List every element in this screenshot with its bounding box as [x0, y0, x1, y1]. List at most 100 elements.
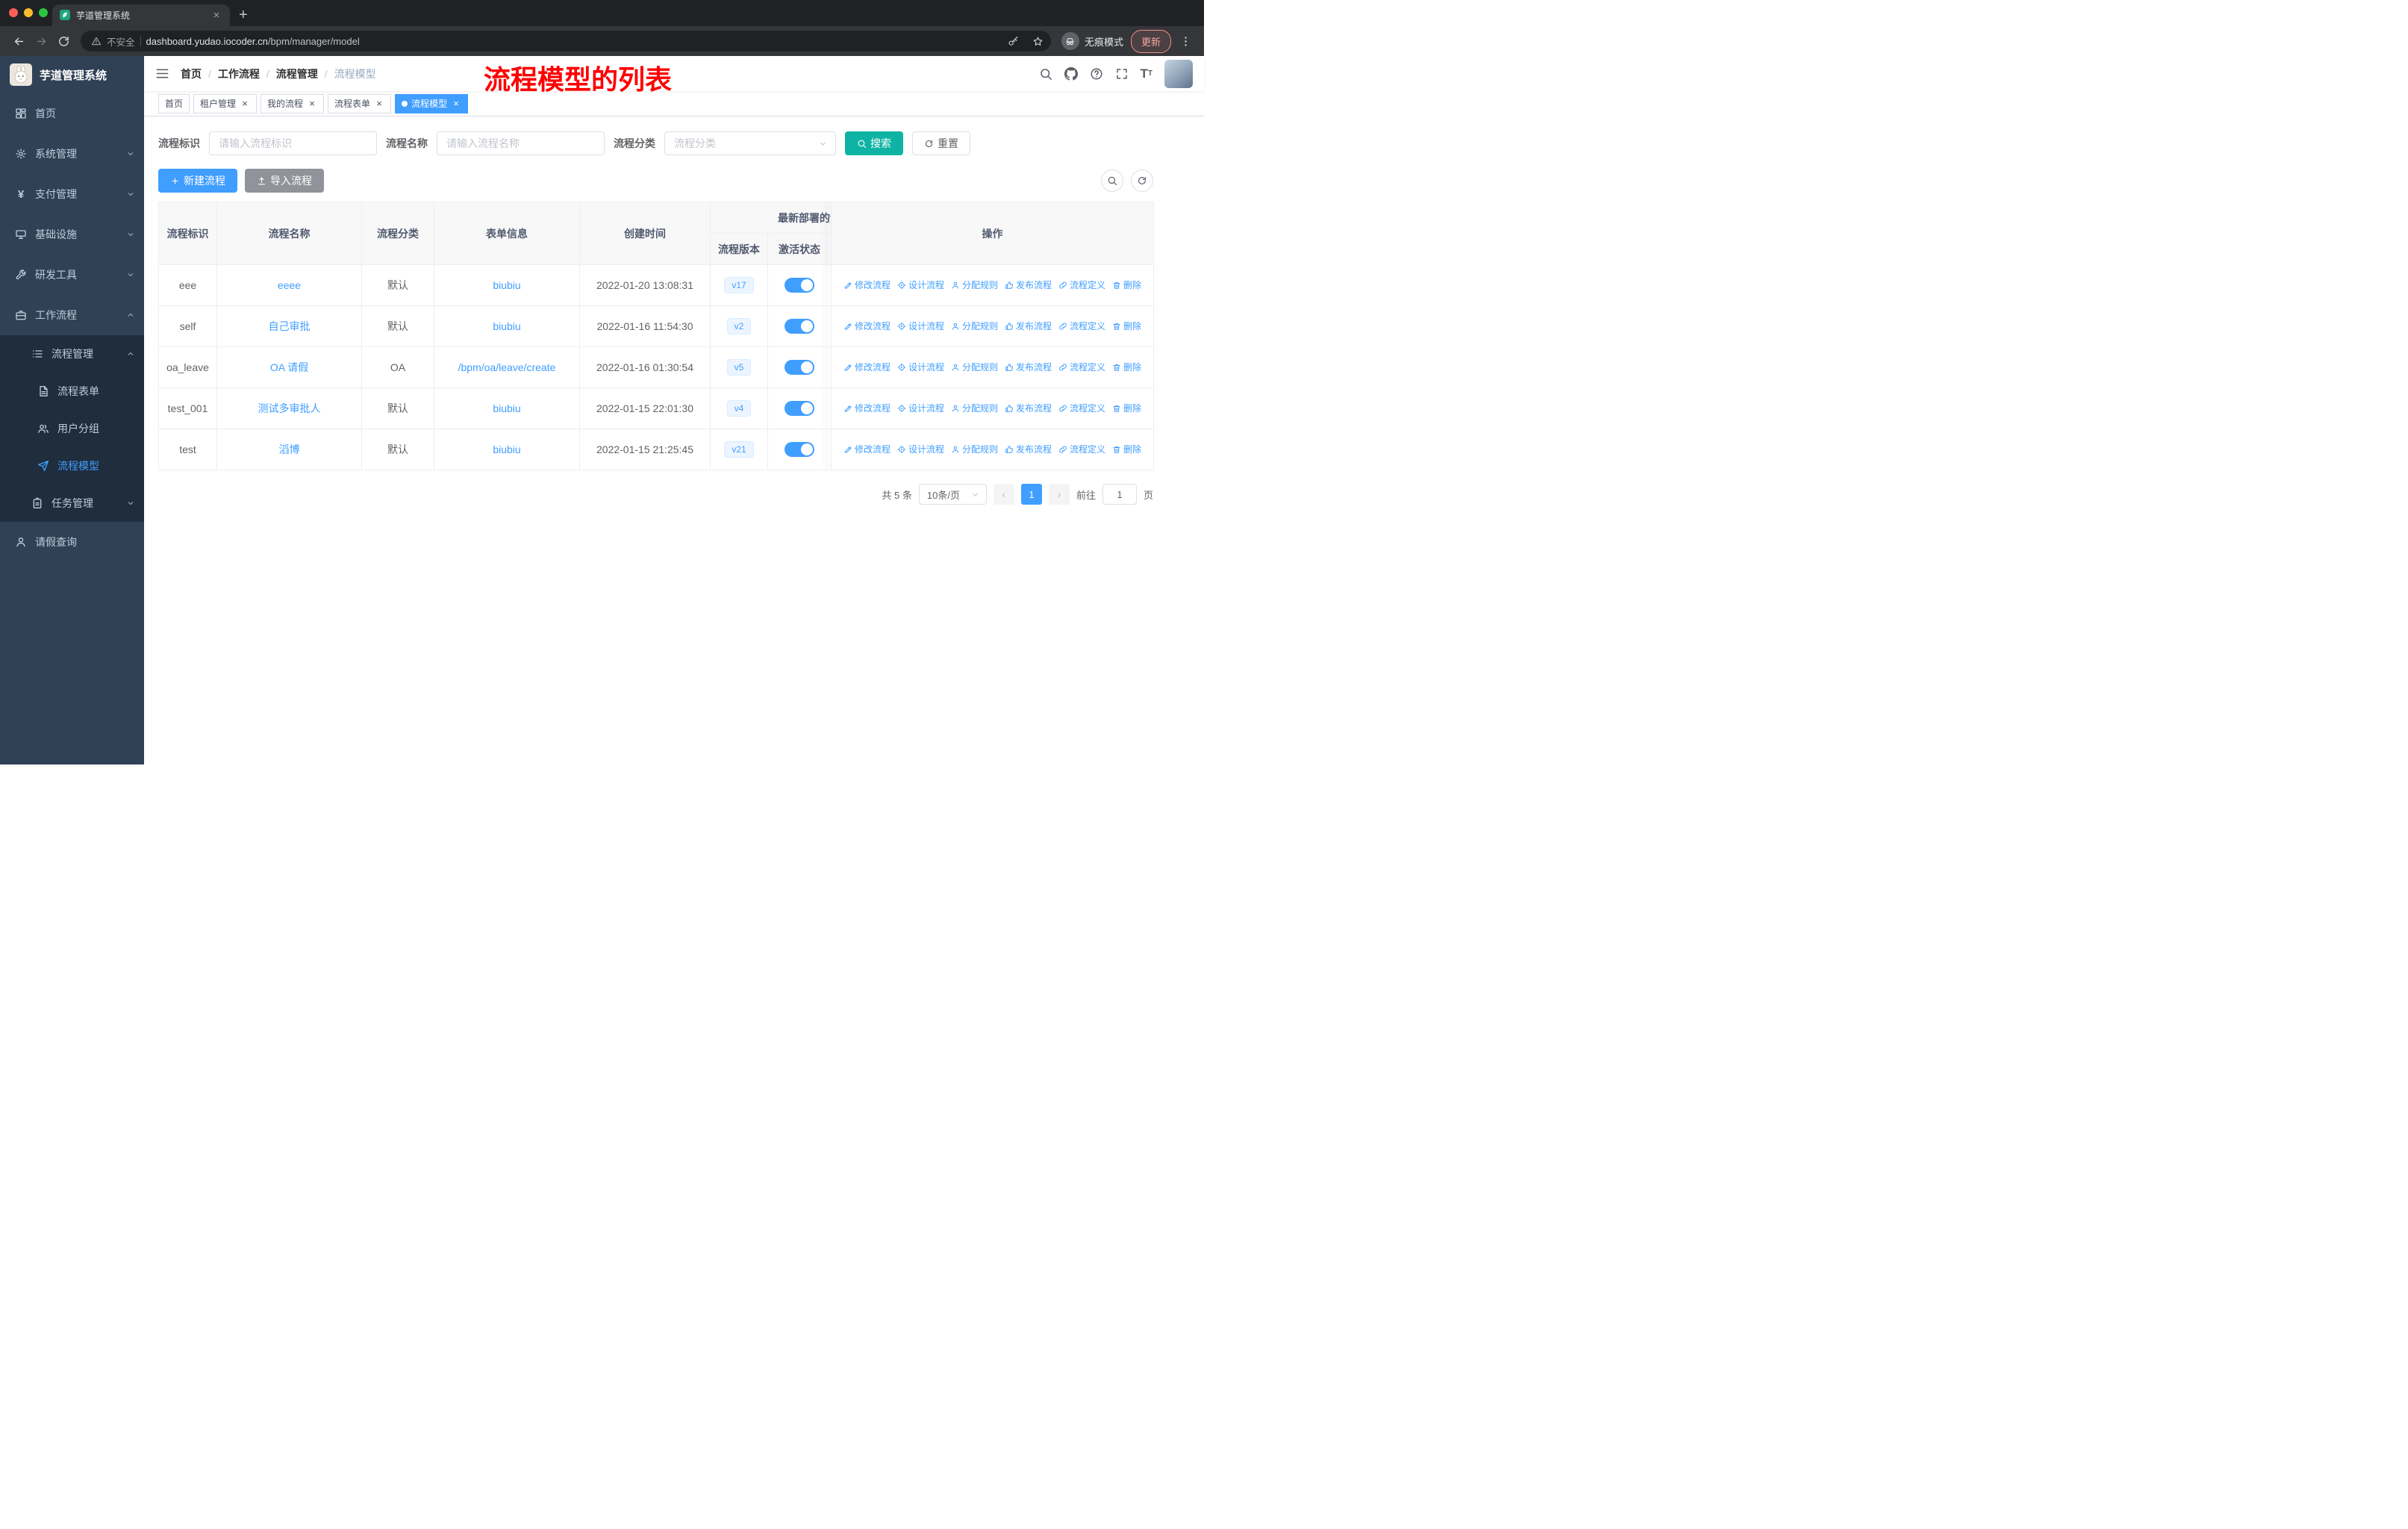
op-publish-process[interactable]: 发布流程	[1005, 402, 1052, 414]
op-process-definition[interactable]: 流程定义	[1058, 402, 1105, 414]
sidebar-item-process-model[interactable]: 流程模型	[0, 447, 144, 485]
reset-button[interactable]: 重置	[912, 131, 970, 155]
op-delete[interactable]: 删除	[1112, 320, 1141, 332]
close-icon[interactable]: ×	[307, 99, 317, 109]
form-link[interactable]: biubiu	[493, 279, 520, 291]
close-icon[interactable]: ×	[451, 99, 461, 109]
process-name-link[interactable]: 自己审批	[269, 320, 311, 332]
security-label[interactable]: 不安全	[107, 34, 135, 49]
category-select[interactable]: 流程分类	[664, 131, 836, 155]
minimize-window-button[interactable]	[24, 8, 33, 17]
font-size-icon[interactable]: TT	[1141, 66, 1153, 81]
close-icon[interactable]: ×	[374, 99, 384, 109]
sidebar-item-task-management[interactable]: 任务管理	[0, 485, 144, 522]
op-assign-rule[interactable]: 分配规则	[951, 443, 998, 455]
update-button[interactable]: 更新	[1130, 29, 1171, 53]
reload-button[interactable]	[52, 30, 75, 52]
view-tag[interactable]: 流程表单 ×	[328, 93, 392, 113]
zoom-window-button[interactable]	[39, 8, 48, 17]
process-name-link[interactable]: 滔博	[279, 443, 300, 455]
goto-page-input[interactable]	[1102, 484, 1137, 505]
op-assign-rule[interactable]: 分配规则	[951, 278, 998, 291]
search-icon[interactable]	[1039, 67, 1052, 81]
page-size-select[interactable]: 10条/页	[918, 484, 987, 505]
prev-page-button[interactable]: ‹	[993, 484, 1014, 505]
form-link[interactable]: biubiu	[493, 443, 520, 455]
view-tag[interactable]: 流程模型 ×	[395, 93, 469, 113]
op-delete[interactable]: 删除	[1112, 361, 1141, 373]
browser-tab[interactable]: 芋道管理系统 ×	[52, 4, 230, 26]
active-toggle[interactable]	[785, 319, 814, 334]
op-modify-process[interactable]: 修改流程	[843, 443, 890, 455]
sidebar-item-workflow[interactable]: 工作流程	[0, 295, 144, 335]
form-link[interactable]: /bpm/oa/leave/create	[458, 361, 556, 373]
new-tab-button[interactable]: +	[239, 7, 248, 22]
op-delete[interactable]: 删除	[1112, 278, 1141, 291]
close-window-button[interactable]	[9, 8, 18, 17]
sidebar-item-home[interactable]: 首页	[0, 93, 144, 134]
view-tag[interactable]: 首页	[158, 93, 190, 113]
active-toggle[interactable]	[785, 278, 814, 293]
op-assign-rule[interactable]: 分配规则	[951, 320, 998, 332]
browser-menu-dots-icon[interactable]	[1174, 30, 1197, 52]
process-name-link[interactable]: OA 请假	[270, 361, 308, 373]
close-icon[interactable]: ×	[240, 99, 250, 109]
create-process-button[interactable]: 新建流程	[158, 169, 237, 193]
op-publish-process[interactable]: 发布流程	[1005, 278, 1052, 291]
active-toggle[interactable]	[785, 360, 814, 375]
sidebar-item-dev-tools[interactable]: 研发工具	[0, 255, 144, 295]
process-name-link[interactable]: eeee	[278, 279, 301, 291]
op-modify-process[interactable]: 修改流程	[843, 402, 890, 414]
active-toggle[interactable]	[785, 401, 814, 416]
op-modify-process[interactable]: 修改流程	[843, 278, 890, 291]
sidebar-item-leave-query[interactable]: 请假查询	[0, 522, 144, 562]
breadcrumb-item[interactable]: 流程管理	[276, 66, 318, 81]
process-id-input[interactable]	[209, 131, 377, 155]
process-name-link[interactable]: 测试多审批人	[258, 402, 321, 414]
breadcrumb-item[interactable]: 工作流程	[218, 66, 260, 81]
op-modify-process[interactable]: 修改流程	[843, 320, 890, 332]
tab-close-icon[interactable]: ×	[210, 9, 222, 22]
avatar[interactable]	[1164, 59, 1193, 88]
op-process-definition[interactable]: 流程定义	[1058, 361, 1105, 373]
op-publish-process[interactable]: 发布流程	[1005, 443, 1052, 455]
op-delete[interactable]: 删除	[1112, 443, 1141, 455]
help-icon[interactable]	[1090, 67, 1103, 81]
form-link[interactable]: biubiu	[493, 402, 520, 414]
refresh-table-button[interactable]	[1131, 169, 1153, 192]
next-page-button[interactable]: ›	[1048, 484, 1070, 505]
view-tag[interactable]: 我的流程 ×	[261, 93, 325, 113]
import-process-button[interactable]: 导入流程	[245, 169, 324, 193]
app-logo[interactable]: 芋道管理系统	[0, 56, 144, 93]
op-design-process[interactable]: 设计流程	[897, 278, 944, 291]
op-design-process[interactable]: 设计流程	[897, 402, 944, 414]
op-modify-process[interactable]: 修改流程	[843, 361, 890, 373]
op-process-definition[interactable]: 流程定义	[1058, 443, 1105, 455]
op-design-process[interactable]: 设计流程	[897, 361, 944, 373]
op-design-process[interactable]: 设计流程	[897, 320, 944, 332]
search-button[interactable]: 搜索	[845, 131, 903, 155]
sidebar-item-infrastructure[interactable]: 基础设施	[0, 214, 144, 255]
form-link[interactable]: biubiu	[493, 320, 520, 332]
process-name-input[interactable]	[437, 131, 605, 155]
active-toggle[interactable]	[785, 442, 814, 457]
op-process-definition[interactable]: 流程定义	[1058, 320, 1105, 332]
sidebar-item-system-management[interactable]: 系统管理	[0, 134, 144, 174]
sidebar-item-payment-management[interactable]: ¥ 支付管理	[0, 174, 144, 214]
address-bar[interactable]: 不安全 dashboard.yudao.iocoder.cn/bpm/manag…	[81, 31, 1051, 52]
op-delete[interactable]: 删除	[1112, 402, 1141, 414]
op-assign-rule[interactable]: 分配规则	[951, 402, 998, 414]
sidebar-item-process-management[interactable]: 流程管理	[0, 335, 144, 373]
op-publish-process[interactable]: 发布流程	[1005, 361, 1052, 373]
op-process-definition[interactable]: 流程定义	[1058, 278, 1105, 291]
op-design-process[interactable]: 设计流程	[897, 443, 944, 455]
bookmark-star-icon[interactable]	[1029, 31, 1048, 51]
forward-button[interactable]	[30, 30, 52, 52]
sidebar-item-user-group[interactable]: 用户分组	[0, 410, 144, 447]
sidebar-item-process-form[interactable]: 流程表单	[0, 373, 144, 410]
toggle-search-button[interactable]	[1101, 169, 1123, 192]
fullscreen-icon[interactable]	[1115, 67, 1129, 81]
view-tag[interactable]: 租户管理 ×	[193, 93, 258, 113]
hamburger-icon[interactable]	[155, 66, 169, 81]
key-icon[interactable]	[1004, 31, 1023, 51]
